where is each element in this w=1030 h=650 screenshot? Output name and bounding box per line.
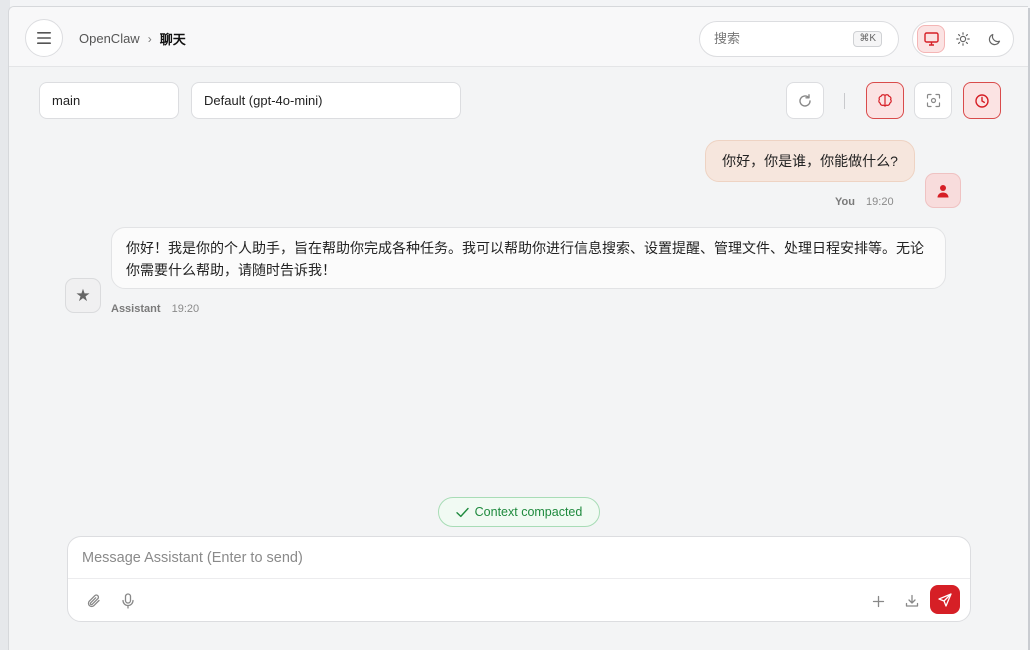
user-message-text: 你好，你是谁，你能做什么? <box>722 153 898 169</box>
theme-switcher <box>912 21 1014 57</box>
top-bar: OpenClaw › 聊天 搜索 ⌘K <box>9 7 1028 67</box>
assistant-message-sender: Assistant <box>111 303 161 315</box>
session-value: main <box>52 93 81 108</box>
moon-icon <box>988 33 1001 46</box>
paperclip-icon <box>87 594 100 608</box>
download-icon <box>905 594 919 607</box>
assistant-avatar: ★ <box>65 278 101 313</box>
user-message-sender: You <box>835 196 855 208</box>
user-message-meta: You 19:20 <box>835 196 894 208</box>
history-button[interactable] <box>963 82 1001 119</box>
theme-system-button[interactable] <box>917 25 945 53</box>
brain-icon <box>878 93 892 107</box>
focus-button[interactable] <box>914 82 952 119</box>
monitor-icon <box>923 32 939 46</box>
search-shortcut: ⌘K <box>853 31 882 47</box>
session-select[interactable]: main <box>39 82 179 119</box>
breadcrumb-root[interactable]: OpenClaw <box>79 31 140 46</box>
microphone-icon <box>122 593 134 609</box>
thinking-toggle-button[interactable] <box>866 82 904 119</box>
assistant-message-time: 19:20 <box>171 303 200 315</box>
search-placeholder: 搜索 <box>714 31 741 46</box>
menu-button[interactable] <box>25 19 63 57</box>
user-message-bubble: 你好，你是谁，你能做什么? <box>705 140 915 182</box>
context-compacted-label: Context compacted <box>474 505 583 519</box>
search-input[interactable]: 搜索 ⌘K <box>699 21 899 57</box>
message-composer <box>67 536 971 622</box>
refresh-icon <box>799 93 811 107</box>
message-input[interactable] <box>68 537 970 579</box>
user-avatar <box>925 173 961 208</box>
context-compacted-badge: Context compacted <box>438 497 600 527</box>
sun-icon <box>956 32 970 46</box>
menu-icon <box>37 32 51 44</box>
toolbar-divider <box>844 93 845 109</box>
breadcrumb-separator: › <box>147 31 152 46</box>
breadcrumb-current: 聊天 <box>159 32 186 47</box>
model-select[interactable]: Default (gpt-4o-mini) <box>191 82 461 119</box>
clock-icon <box>975 93 989 108</box>
send-icon <box>938 592 952 607</box>
user-icon <box>937 184 949 197</box>
download-button[interactable] <box>900 589 924 613</box>
focus-icon <box>926 93 940 108</box>
add-button[interactable] <box>866 589 890 613</box>
assistant-message-text: 你好！我是你的个人助手，旨在帮助你完成各种任务。我可以帮助你进行信息搜索、设置提… <box>126 240 924 278</box>
plus-icon <box>872 595 884 607</box>
assistant-message-meta: Assistant 19:20 <box>111 303 199 315</box>
theme-dark-button[interactable] <box>981 25 1009 53</box>
send-button[interactable] <box>930 585 960 614</box>
assistant-message-bubble: 你好！我是你的个人助手，旨在帮助你完成各种任务。我可以帮助你进行信息搜索、设置提… <box>111 227 946 289</box>
microphone-button[interactable] <box>116 589 140 613</box>
refresh-button[interactable] <box>786 82 824 119</box>
check-icon <box>455 507 469 517</box>
user-message-time: 19:20 <box>866 196 894 208</box>
theme-light-button[interactable] <box>949 25 977 53</box>
attach-button[interactable] <box>82 589 106 613</box>
star-icon: ★ <box>75 285 91 305</box>
breadcrumb: OpenClaw › 聊天 <box>79 29 186 48</box>
model-value: Default (gpt-4o-mini) <box>204 93 323 108</box>
app-window: OpenClaw › 聊天 搜索 ⌘K main Default (gpt-4o… <box>8 6 1028 650</box>
